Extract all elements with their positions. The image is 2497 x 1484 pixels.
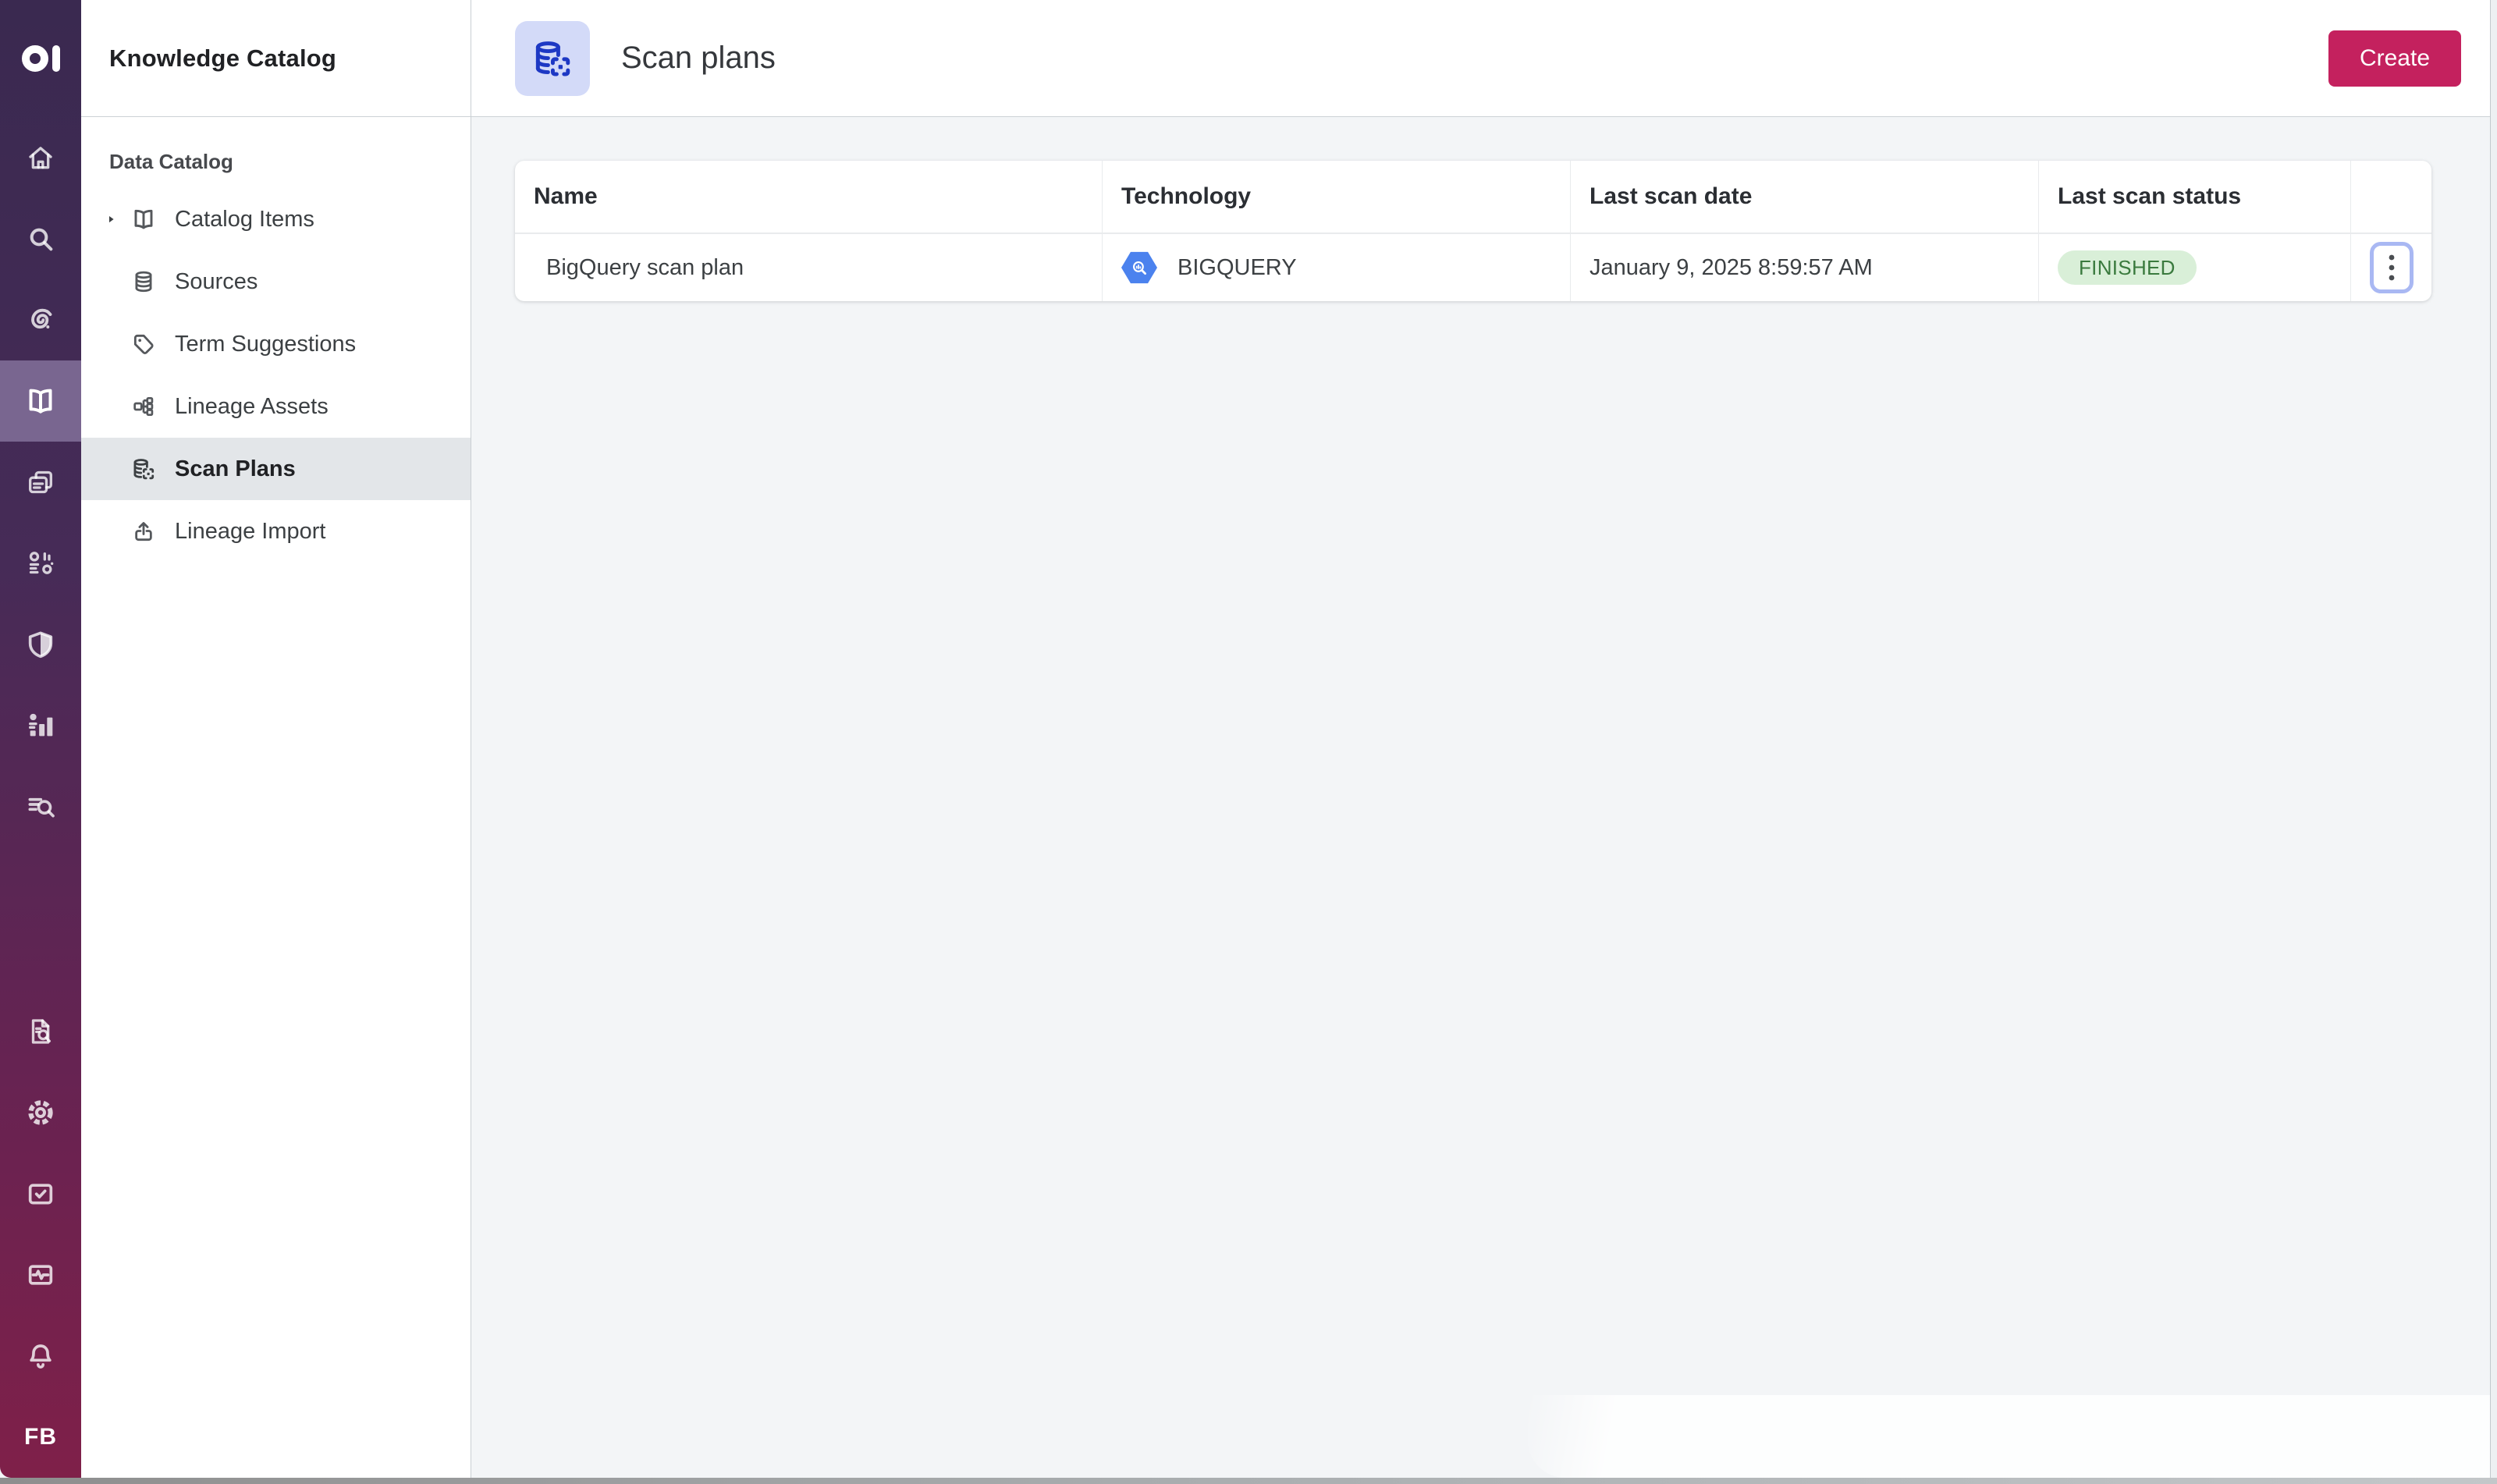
sidebar-title: Knowledge Catalog	[109, 44, 337, 72]
horizontal-scrollbar[interactable]	[0, 1478, 2497, 1484]
row-actions-button[interactable]	[2369, 242, 2414, 293]
sidebar-item-label: Lineage Assets	[175, 393, 329, 419]
status-cell: FINISHED	[2039, 234, 2351, 301]
rail-item-notifications[interactable]	[0, 1315, 81, 1397]
sidebar-item-scan-plans[interactable]: Scan Plans	[81, 438, 471, 500]
rail-item-tasks[interactable]	[0, 1153, 81, 1234]
create-button[interactable]: Create	[2328, 30, 2461, 87]
database-icon	[123, 269, 164, 294]
sidebar-item-term-suggestions[interactable]: Term Suggestions	[81, 313, 471, 375]
sidebar-item-label: Sources	[175, 268, 258, 294]
rail-item-folders[interactable]	[0, 442, 81, 523]
home-icon	[25, 142, 56, 173]
list-search-icon	[25, 791, 56, 822]
rail-item-search[interactable]	[0, 198, 81, 279]
scan-plan-name[interactable]: BigQuery scan plan	[515, 234, 1103, 301]
sidebar-item-label: Catalog Items	[175, 206, 314, 232]
technology-cell: BIGQUERY	[1103, 234, 1571, 301]
sidebar: Knowledge Catalog Data Catalog Catalog I…	[81, 0, 471, 1478]
actions-cell	[2351, 234, 2431, 301]
book-open-icon	[123, 207, 164, 232]
profiling-spiral-icon	[25, 304, 56, 335]
page-icon-tile	[515, 20, 590, 96]
sidebar-item-label: Term Suggestions	[175, 331, 357, 357]
screen: FB Knowledge Catalog Data Catalog Catalo…	[0, 0, 2497, 1484]
page-header: Scan plans Create	[471, 0, 2497, 117]
sidebar-item-catalog-items[interactable]: Catalog Items	[81, 188, 471, 250]
sidebar-header: Knowledge Catalog	[81, 0, 471, 117]
rail-item-reports[interactable]	[0, 685, 81, 766]
kebab-menu-icon	[2389, 254, 2395, 281]
upload-icon	[123, 519, 164, 544]
user-avatar[interactable]: FB	[0, 1397, 81, 1478]
search-icon	[25, 223, 56, 254]
lineage-icon	[123, 394, 164, 419]
user-initials: FB	[24, 1424, 57, 1450]
sidebar-section-label: Data Catalog	[109, 150, 233, 173]
scan-plans-table: Name Technology Last scan date Last scan…	[515, 161, 2431, 301]
bell-icon	[25, 1340, 56, 1372]
scan-plan-icon	[531, 37, 574, 80]
main-area: Scan plans Create Name Technology Last s…	[471, 0, 2497, 1478]
folders-icon	[25, 467, 56, 498]
column-header-last-scan-date: Last scan date	[1571, 161, 2039, 233]
brand-logo[interactable]	[0, 0, 81, 117]
page-title: Scan plans	[621, 41, 776, 75]
sidebar-item-sources[interactable]: Sources	[81, 250, 471, 313]
components-icon	[25, 548, 56, 579]
scan-plan-icon	[123, 456, 164, 481]
knowledge-catalog-book-icon	[25, 385, 56, 417]
status-badge: FINISHED	[2058, 250, 2197, 285]
bottom-corner-sheet	[1528, 1395, 2490, 1478]
expand-caret-icon[interactable]	[81, 212, 117, 226]
rail-item-components[interactable]	[0, 523, 81, 604]
app-window: FB Knowledge Catalog Data Catalog Catalo…	[0, 0, 2497, 1478]
rail-item-discovery[interactable]	[0, 766, 81, 847]
vertical-scrollbar[interactable]	[2490, 0, 2497, 1478]
ataccama-logo-icon	[21, 45, 60, 72]
rail-item-settings[interactable]	[0, 1072, 81, 1153]
shield-icon	[25, 629, 56, 660]
rail-item-profiling[interactable]	[0, 279, 81, 360]
bigquery-icon	[1121, 251, 1157, 284]
last-scan-date: January 9, 2025 8:59:57 AM	[1571, 234, 2039, 301]
tag-icon	[123, 332, 164, 357]
column-header-actions	[2351, 161, 2431, 233]
gear-icon	[25, 1097, 56, 1128]
rail-item-monitoring[interactable]	[0, 1234, 81, 1315]
column-header-name: Name	[515, 161, 1103, 233]
document-search-icon	[25, 1016, 56, 1047]
sidebar-item-lineage-import[interactable]: Lineage Import	[81, 500, 471, 563]
icon-rail: FB	[0, 0, 81, 1478]
rail-item-knowledge-catalog[interactable]	[0, 360, 81, 442]
rail-item-audit[interactable]	[0, 991, 81, 1072]
column-header-technology: Technology	[1103, 161, 1571, 233]
monitoring-pulse-icon	[25, 1259, 56, 1291]
technology-label: BIGQUERY	[1177, 254, 1297, 280]
rail-item-home[interactable]	[0, 117, 81, 198]
sidebar-item-label: Scan Plans	[175, 456, 296, 481]
content-area: Name Technology Last scan date Last scan…	[471, 117, 2497, 1478]
sidebar-item-label: Lineage Import	[175, 518, 326, 544]
sidebar-item-lineage-assets[interactable]: Lineage Assets	[81, 375, 471, 438]
rail-item-governance[interactable]	[0, 604, 81, 685]
table-row[interactable]: BigQuery scan plan BIGQUERY January 9, 2…	[515, 233, 2431, 301]
column-header-last-scan-status: Last scan status	[2039, 161, 2351, 233]
table-header-row: Name Technology Last scan date Last scan…	[515, 161, 2431, 233]
checkbox-icon	[25, 1178, 56, 1209]
reports-chart-icon	[25, 710, 56, 741]
